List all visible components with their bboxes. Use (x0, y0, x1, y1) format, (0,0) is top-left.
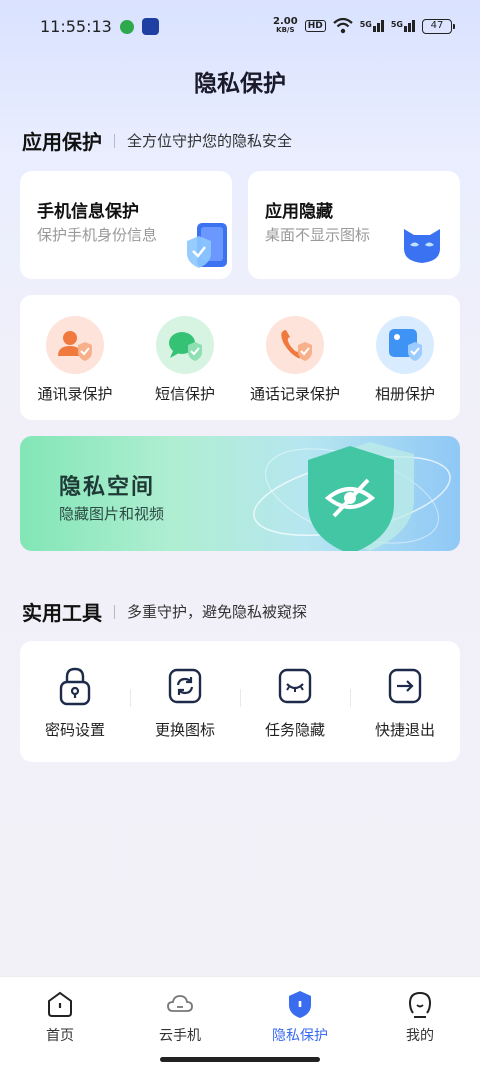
refresh-icon (168, 668, 202, 704)
tab-home[interactable]: 首页 (0, 977, 120, 1072)
app-hide-card[interactable]: 应用隐藏 桌面不显示图标 (248, 171, 460, 279)
call-log-protect-item[interactable]: 通话记录保护 (240, 295, 350, 420)
task-hide-item[interactable]: 任务隐藏 (240, 641, 350, 762)
banner-desc: 隐藏图片和视频 (59, 505, 165, 523)
section-app-protect-header: 应用保护 全方位守护您的隐私安全 (22, 126, 292, 155)
home-indicator[interactable] (160, 1057, 320, 1062)
protect-items-panel: 通讯录保护 短信保护 通话记录保护 相册保护 (20, 295, 460, 420)
lock-icon (59, 667, 91, 706)
contacts-shield-icon (46, 316, 104, 374)
tool-label: 密码设置 (44, 721, 105, 739)
banner-title: 隐私空间 (59, 475, 156, 500)
album-shield-icon (376, 316, 434, 374)
mask-icon (404, 229, 440, 263)
message-shield-icon (156, 316, 214, 374)
section-tools-header: 实用工具 多重守护，避免隐私被窥探 (22, 597, 307, 626)
network-speed: 2.00 KB/S (273, 16, 298, 35)
closed-eye-icon (278, 668, 312, 704)
call-log-shield-icon (266, 316, 324, 374)
cloud-icon (167, 995, 193, 1012)
item-label: 通话记录保护 (249, 385, 340, 403)
section-subtitle: 多重守护，避免隐私被窥探 (127, 603, 308, 621)
card-desc: 保护手机身份信息 (37, 226, 158, 244)
item-label: 通讯录保护 (37, 385, 113, 403)
tab-label: 首页 (46, 1028, 74, 1044)
eye-off-shield-icon (253, 442, 451, 551)
person-icon (408, 991, 432, 1018)
divider (114, 604, 115, 619)
cellular-signal-icon-1: 5G (360, 20, 384, 32)
tab-label: 隐私保护 (272, 1028, 328, 1044)
phone-info-protect-card[interactable]: 手机信息保护 保护手机身份信息 (20, 171, 232, 279)
section-title: 实用工具 (22, 601, 102, 625)
exit-icon (388, 668, 422, 704)
change-icon-item[interactable]: 更换图标 (130, 641, 240, 762)
divider (114, 133, 115, 148)
item-label: 短信保护 (154, 385, 215, 403)
card-title: 手机信息保护 (37, 202, 139, 222)
tab-mine[interactable]: 我的 (360, 977, 480, 1072)
status-time: 11:55:13 (40, 17, 112, 36)
private-space-banner[interactable]: 隐私空间 隐藏图片和视频 (20, 436, 460, 551)
status-bar: 11:55:13 2.00 KB/S HD 5G 5G 47 (0, 0, 480, 56)
album-protect-item[interactable]: 相册保护 (350, 295, 460, 420)
hd-icon: HD (304, 20, 326, 32)
tool-label: 更换图标 (154, 721, 215, 739)
cellular-signal-icon-2: 5G (391, 20, 415, 32)
wifi-icon (332, 18, 353, 34)
item-label: 相册保护 (374, 385, 435, 403)
tools-panel: 密码设置 更换图标 任务隐藏 快捷退出 (20, 641, 460, 762)
home-icon (48, 991, 72, 1017)
contacts-protect-item[interactable]: 通讯录保护 (20, 295, 130, 420)
tab-label: 云手机 (159, 1028, 201, 1044)
section-subtitle: 全方位守护您的隐私安全 (127, 132, 293, 150)
page-title: 隐私保护 (194, 71, 286, 97)
tool-label: 任务隐藏 (264, 721, 325, 739)
shield-icon (289, 991, 311, 1018)
app-notification-icon (142, 18, 159, 35)
card-title: 应用隐藏 (265, 202, 333, 222)
quick-exit-item[interactable]: 快捷退出 (350, 641, 460, 762)
battery-icon: 47 (422, 18, 455, 34)
tool-label: 快捷退出 (374, 721, 435, 739)
tab-label: 我的 (406, 1028, 434, 1044)
message-app-icon (120, 20, 134, 34)
sms-protect-item[interactable]: 短信保护 (130, 295, 240, 420)
section-title: 应用保护 (22, 130, 102, 154)
phone-shield-icon (187, 223, 227, 268)
card-desc: 桌面不显示图标 (265, 226, 371, 244)
password-setting-item[interactable]: 密码设置 (20, 641, 130, 762)
